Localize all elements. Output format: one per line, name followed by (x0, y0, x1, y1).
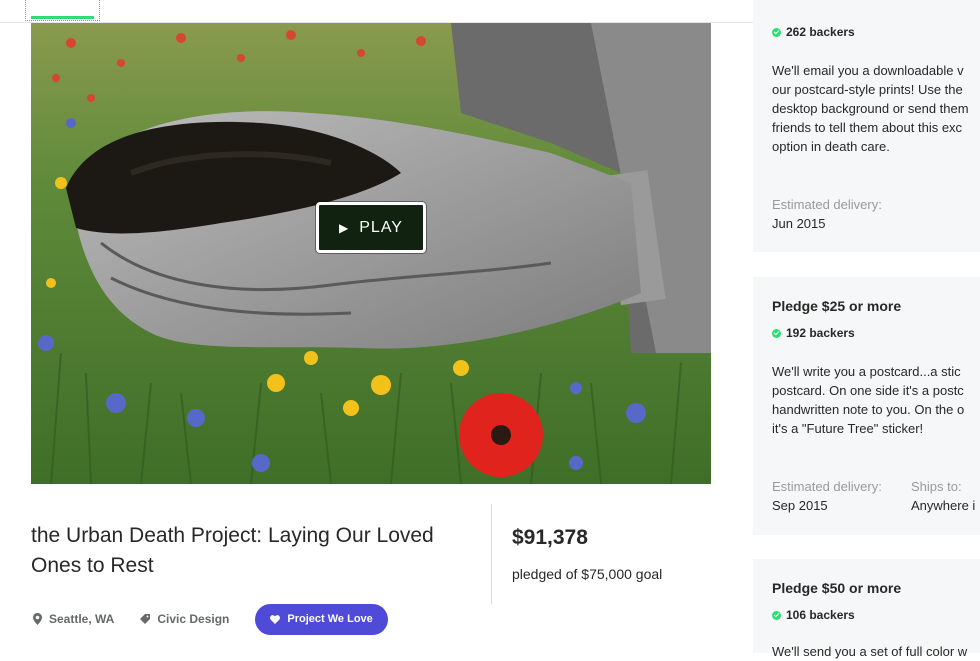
delivery-label: Estimated delivery: (772, 479, 882, 494)
reward-backers-count: 106 backers (786, 608, 855, 622)
reward-description-line: friends to tell them about this exc (772, 120, 963, 135)
project-title: the Urban Death Project: Laying Our Love… (31, 521, 471, 581)
play-button[interactable]: ▶ PLAY (316, 202, 426, 253)
reward-title: Pledge $50 or more (772, 580, 902, 596)
video-thumbnail (31, 23, 711, 484)
project-we-love-label: Project We Love (287, 613, 373, 625)
reward-card[interactable]: Pledge $50 or more 106 backers We'll sen… (753, 559, 980, 659)
category-link[interactable]: Civic Design (140, 612, 229, 626)
pledged-goal-text: pledged of $75,000 goal (512, 566, 663, 582)
check-icon (772, 27, 781, 37)
reward-description: We'll email you a downloadable v our pos… (772, 61, 980, 156)
reward-description-line: option in death care. (772, 139, 890, 154)
location-link[interactable]: Seattle, WA (33, 612, 114, 626)
heart-icon (270, 614, 281, 624)
reward-backers-count: 262 backers (786, 25, 855, 39)
project-title-line-2: Ones to Rest (31, 554, 154, 577)
delivery-value: Sep 2015 (772, 498, 828, 513)
category-label: Civic Design (157, 612, 230, 626)
play-icon: ▶ (339, 220, 350, 235)
reward-description-line: handwritten note to you. On the o (772, 402, 965, 417)
delivery-value: Jun 2015 (772, 216, 826, 231)
project-video[interactable]: ▶ PLAY (31, 23, 711, 484)
ships-to-label: Ships to: (911, 479, 962, 494)
reward-description-line: our postcard-style prints! Use the (772, 82, 963, 97)
reward-backers: 106 backers (772, 608, 855, 622)
reward-description-line: desktop background or send them (772, 101, 969, 116)
location-label: Seattle, WA (49, 612, 115, 626)
reward-card[interactable]: Pledge $25 or more 192 backers We'll wri… (753, 277, 980, 535)
reward-description-line: We'll write you a postcard...a stic (772, 364, 961, 379)
reward-description-line: We'll send you a set of full color w (772, 644, 968, 659)
reward-description-line: postcard. On one side it's a postc (772, 383, 964, 398)
delivery-label: Estimated delivery: (772, 197, 882, 212)
location-pin-icon (33, 613, 42, 625)
reward-card[interactable]: 262 backers We'll email you a downloadab… (753, 0, 980, 252)
stats-divider (491, 504, 492, 604)
pledged-amount: $91,378 (512, 526, 588, 549)
project-title-line-1: the Urban Death Project: Laying Our Love… (31, 524, 434, 547)
check-icon (772, 328, 781, 338)
reward-backers: 262 backers (772, 25, 855, 39)
reward-title: Pledge $25 or more (772, 298, 902, 314)
reward-description-line: it's a "Future Tree" sticker! (772, 421, 924, 436)
reward-description: We'll send you a set of full color w (772, 642, 980, 661)
reward-description-line: We'll email you a downloadable v (772, 63, 964, 78)
project-we-love-badge[interactable]: Project We Love (255, 603, 388, 635)
play-button-label: PLAY (359, 218, 403, 236)
reward-description: We'll write you a postcard...a stic post… (772, 362, 980, 438)
tag-icon (140, 614, 151, 624)
check-icon (772, 610, 781, 620)
reward-backers: 192 backers (772, 326, 855, 340)
reward-backers-count: 192 backers (786, 326, 855, 340)
ships-to-value: Anywhere i (911, 498, 976, 513)
active-tab-indicator (31, 16, 94, 19)
nav-tab-active[interactable] (25, 0, 100, 21)
project-meta: Seattle, WA Civic Design Project We Love (33, 603, 388, 635)
